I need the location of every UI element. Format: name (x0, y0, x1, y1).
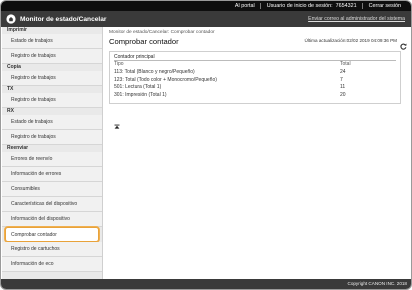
divider (259, 3, 261, 9)
sidebar: Imprimir Estado de trabajos Registro de … (2, 27, 103, 280)
sidebar-item-print-job-log[interactable]: Registro de trabajos (2, 49, 102, 64)
table-row: 501: Lectura (Total 1) 11 (114, 84, 396, 92)
sidebar-item-cartridge-log[interactable]: Registro de cartuchos (2, 242, 102, 257)
sidebar-item-forwarding-errors[interactable]: Errores de reenvío (2, 152, 102, 167)
app-title: Monitor de estado/Cancelar (20, 15, 107, 23)
top-bar: Al portal Usuario de inicio de sesión: 7… (1, 1, 411, 11)
row-type: 113: Total (Blanco y negro/Pequeño) (114, 68, 195, 75)
table-row: 301: Impresión (Total 1) 20 (114, 92, 396, 100)
sidebar-section-copy: Copia (7, 64, 21, 70)
home-icon[interactable] (6, 14, 16, 24)
email-admin-link[interactable]: Enviar correo al administrador del siste… (308, 16, 405, 22)
table-row: 113: Total (Blanco y negro/Pequeño) 24 (114, 69, 396, 77)
refresh-icon[interactable] (400, 37, 407, 50)
sidebar-item-rx-job-status[interactable]: Estado de trabajos (2, 115, 102, 130)
column-header-total: Total (340, 61, 351, 67)
login-user-value: 7654321 (335, 3, 357, 9)
row-type: 301: Impresión (Total 1) (114, 92, 167, 99)
main-content: Monitor de estado/Cancelar: Comprobar co… (109, 29, 407, 104)
row-total: 20 (340, 92, 346, 99)
login-user-label: Usuario de inicio de sesión: (266, 3, 333, 9)
sidebar-item-error-info[interactable]: Información de errores (2, 167, 102, 182)
divider (361, 3, 363, 9)
logout-link[interactable]: Cerrar sesión (369, 3, 401, 9)
sidebar-section-print: Imprimir (7, 27, 28, 33)
panel-title: Contador principal (114, 54, 396, 61)
row-total: 7 (340, 76, 343, 83)
title-bar: Monitor de estado/Cancelar Enviar correo… (1, 11, 411, 27)
sidebar-item-device-features[interactable]: Características del dispositivo (2, 197, 102, 212)
sidebar-item-print-job-status[interactable]: Estado de trabajos (2, 34, 102, 49)
sidebar-item-consumables[interactable]: Consumibles (2, 182, 102, 197)
column-header-type: Tipo (114, 61, 124, 67)
main-counter-panel: Contador principal Tipo Total 113: Total… (109, 51, 401, 104)
sidebar-item-rx-job-log[interactable]: Registro de trabajos (2, 130, 102, 145)
breadcrumb: Monitor de estado/Cancelar: Comprobar co… (109, 30, 215, 35)
table-row: 123: Total (Todo color + Monocromo/Peque… (114, 77, 396, 85)
row-total: 11 (340, 84, 346, 91)
sidebar-section-forward: Reenviar (7, 145, 29, 151)
sidebar-item-eco-info[interactable]: Información de eco (2, 257, 102, 272)
last-updated: Última actualización:02/02 2019 04:09:36… (304, 38, 397, 43)
sidebar-item-tx-job-log[interactable]: Registro de trabajos (2, 93, 102, 108)
row-type: 501: Lectura (Total 1) (114, 84, 162, 91)
sidebar-item-check-counter[interactable]: Comprobar contador (5, 227, 99, 242)
page-header: Comprobar contador Última actualización:… (109, 36, 407, 50)
row-type: 123: Total (Todo color + Monocromo/Peque… (114, 76, 217, 83)
row-total: 24 (340, 68, 346, 75)
table-header: Tipo Total (114, 61, 396, 69)
sidebar-section-tx: TX (7, 86, 14, 92)
portal-link[interactable]: Al portal (235, 3, 255, 9)
browser-frame: Al portal Usuario de inicio de sesión: 7… (0, 0, 412, 290)
footer: Copyright CANON INC. 2018 (1, 279, 411, 289)
sidebar-section-rx: RX (7, 108, 14, 114)
sidebar-item-copy-job-log[interactable]: Registro de trabajos (2, 71, 102, 86)
back-to-top-icon[interactable] (114, 117, 120, 129)
sidebar-item-device-info[interactable]: Información del dispositivo (2, 212, 102, 227)
